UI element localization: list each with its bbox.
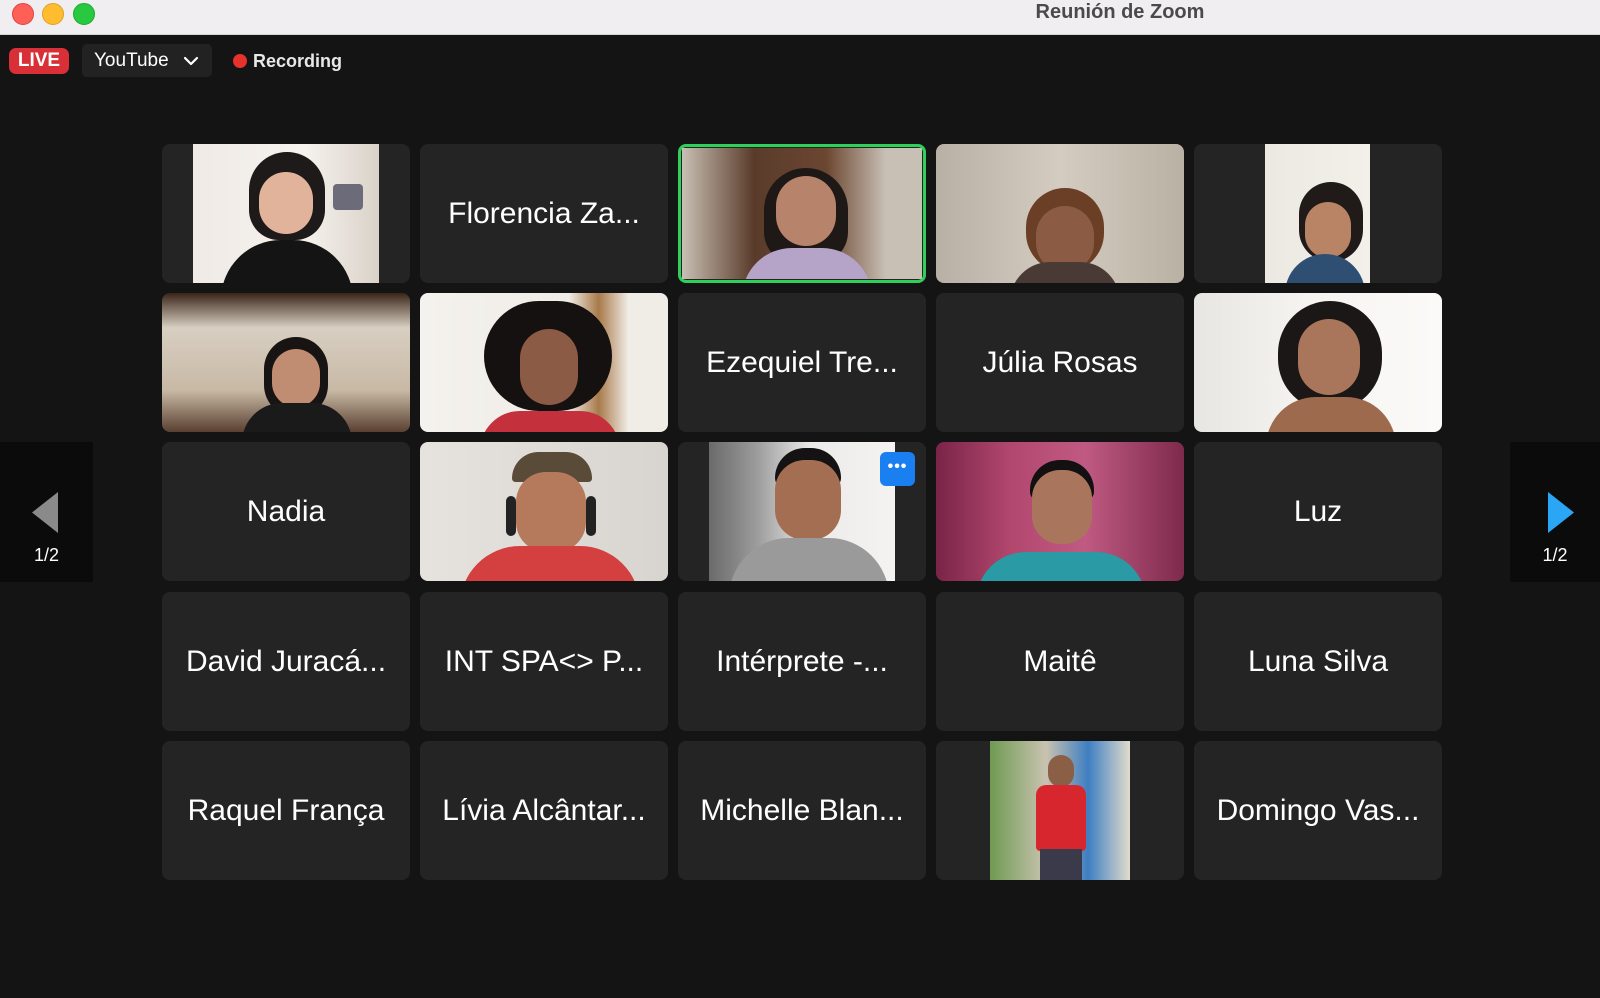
participant-tile[interactable]: Nadia (162, 442, 410, 581)
participant-tile[interactable] (1194, 293, 1442, 432)
participant-tile[interactable]: Intérprete -... (678, 592, 926, 731)
window-titlebar: Reunión de Zoom (0, 0, 1600, 35)
participant-tile[interactable]: Domingo Vas... (1194, 741, 1442, 880)
participant-name (1194, 293, 1442, 432)
participant-tile[interactable]: Michelle Blan... (678, 741, 926, 880)
participant-name: Lívia Alcântar... (442, 794, 646, 827)
participant-tile[interactable]: David Juracá... (162, 592, 410, 731)
stream-platform-dropdown[interactable]: YouTube (82, 44, 212, 77)
participant-name: Luz (1293, 495, 1343, 528)
participant-name: Michelle Blan... (700, 794, 904, 827)
participant-name: Domingo Vas... (1216, 794, 1420, 827)
participant-tile[interactable]: ••• (678, 442, 926, 581)
participant-name: Florencia Za... (448, 197, 640, 230)
participant-name (420, 442, 668, 581)
participant-name (936, 442, 1184, 581)
participant-name: INT SPA<> P... (444, 645, 644, 678)
participant-tile[interactable] (162, 144, 410, 283)
page-indicator-left: 1/2 (33, 545, 60, 565)
participant-name: David Juracá... (185, 645, 387, 678)
participant-name (678, 442, 926, 581)
participant-tile[interactable] (936, 442, 1184, 581)
stream-platform-label: YouTube (94, 50, 169, 71)
participant-name: Nadia (246, 495, 326, 528)
recording-dot-icon (233, 54, 247, 68)
participant-tile[interactable] (936, 741, 1184, 880)
participant-name: Raquel França (187, 794, 385, 827)
participant-name (162, 293, 410, 432)
participant-tile[interactable]: Raquel França (162, 741, 410, 880)
participant-tile[interactable] (420, 293, 668, 432)
participant-name: Luna Silva (1247, 645, 1389, 678)
participant-name (420, 293, 668, 432)
participant-tile[interactable]: Júlia Rosas (936, 293, 1184, 432)
participant-name (1194, 144, 1442, 283)
next-page-button[interactable]: 1/2 (1510, 442, 1600, 582)
participant-tile[interactable]: Ezequiel Tre... (678, 293, 926, 432)
participant-name (162, 144, 410, 283)
participant-name (936, 741, 1184, 880)
participant-name (678, 144, 926, 283)
participant-tile[interactable] (1194, 144, 1442, 283)
participant-tile[interactable]: Luna Silva (1194, 592, 1442, 731)
participant-name: Maitê (1023, 645, 1097, 678)
chevron-down-icon (183, 56, 199, 66)
participant-tile[interactable]: INT SPA<> P... (420, 592, 668, 731)
participant-name: Ezequiel Tre... (706, 346, 898, 379)
participant-tile[interactable] (936, 144, 1184, 283)
previous-page-button[interactable]: 1/2 (0, 442, 93, 582)
participant-tile[interactable] (420, 442, 668, 581)
live-badge[interactable]: LIVE (9, 48, 69, 74)
participant-name: Intérprete -... (716, 645, 888, 678)
participant-tile[interactable] (162, 293, 410, 432)
window-title: Reunión de Zoom (1035, 1, 1205, 23)
participant-name (936, 144, 1184, 283)
arrow-left-icon (32, 492, 58, 533)
participant-tile-active-speaker[interactable] (678, 144, 926, 283)
participant-tile[interactable]: Lívia Alcântar... (420, 741, 668, 880)
page-indicator-right: 1/2 (1542, 545, 1568, 565)
participant-tile[interactable]: Florencia Za... (420, 144, 668, 283)
recording-label: Recording (253, 51, 343, 71)
participant-tile[interactable]: Maitê (936, 592, 1184, 731)
participant-tile[interactable]: Luz (1194, 442, 1442, 581)
arrow-right-icon (1548, 492, 1574, 533)
participant-name: Júlia Rosas (982, 346, 1138, 379)
